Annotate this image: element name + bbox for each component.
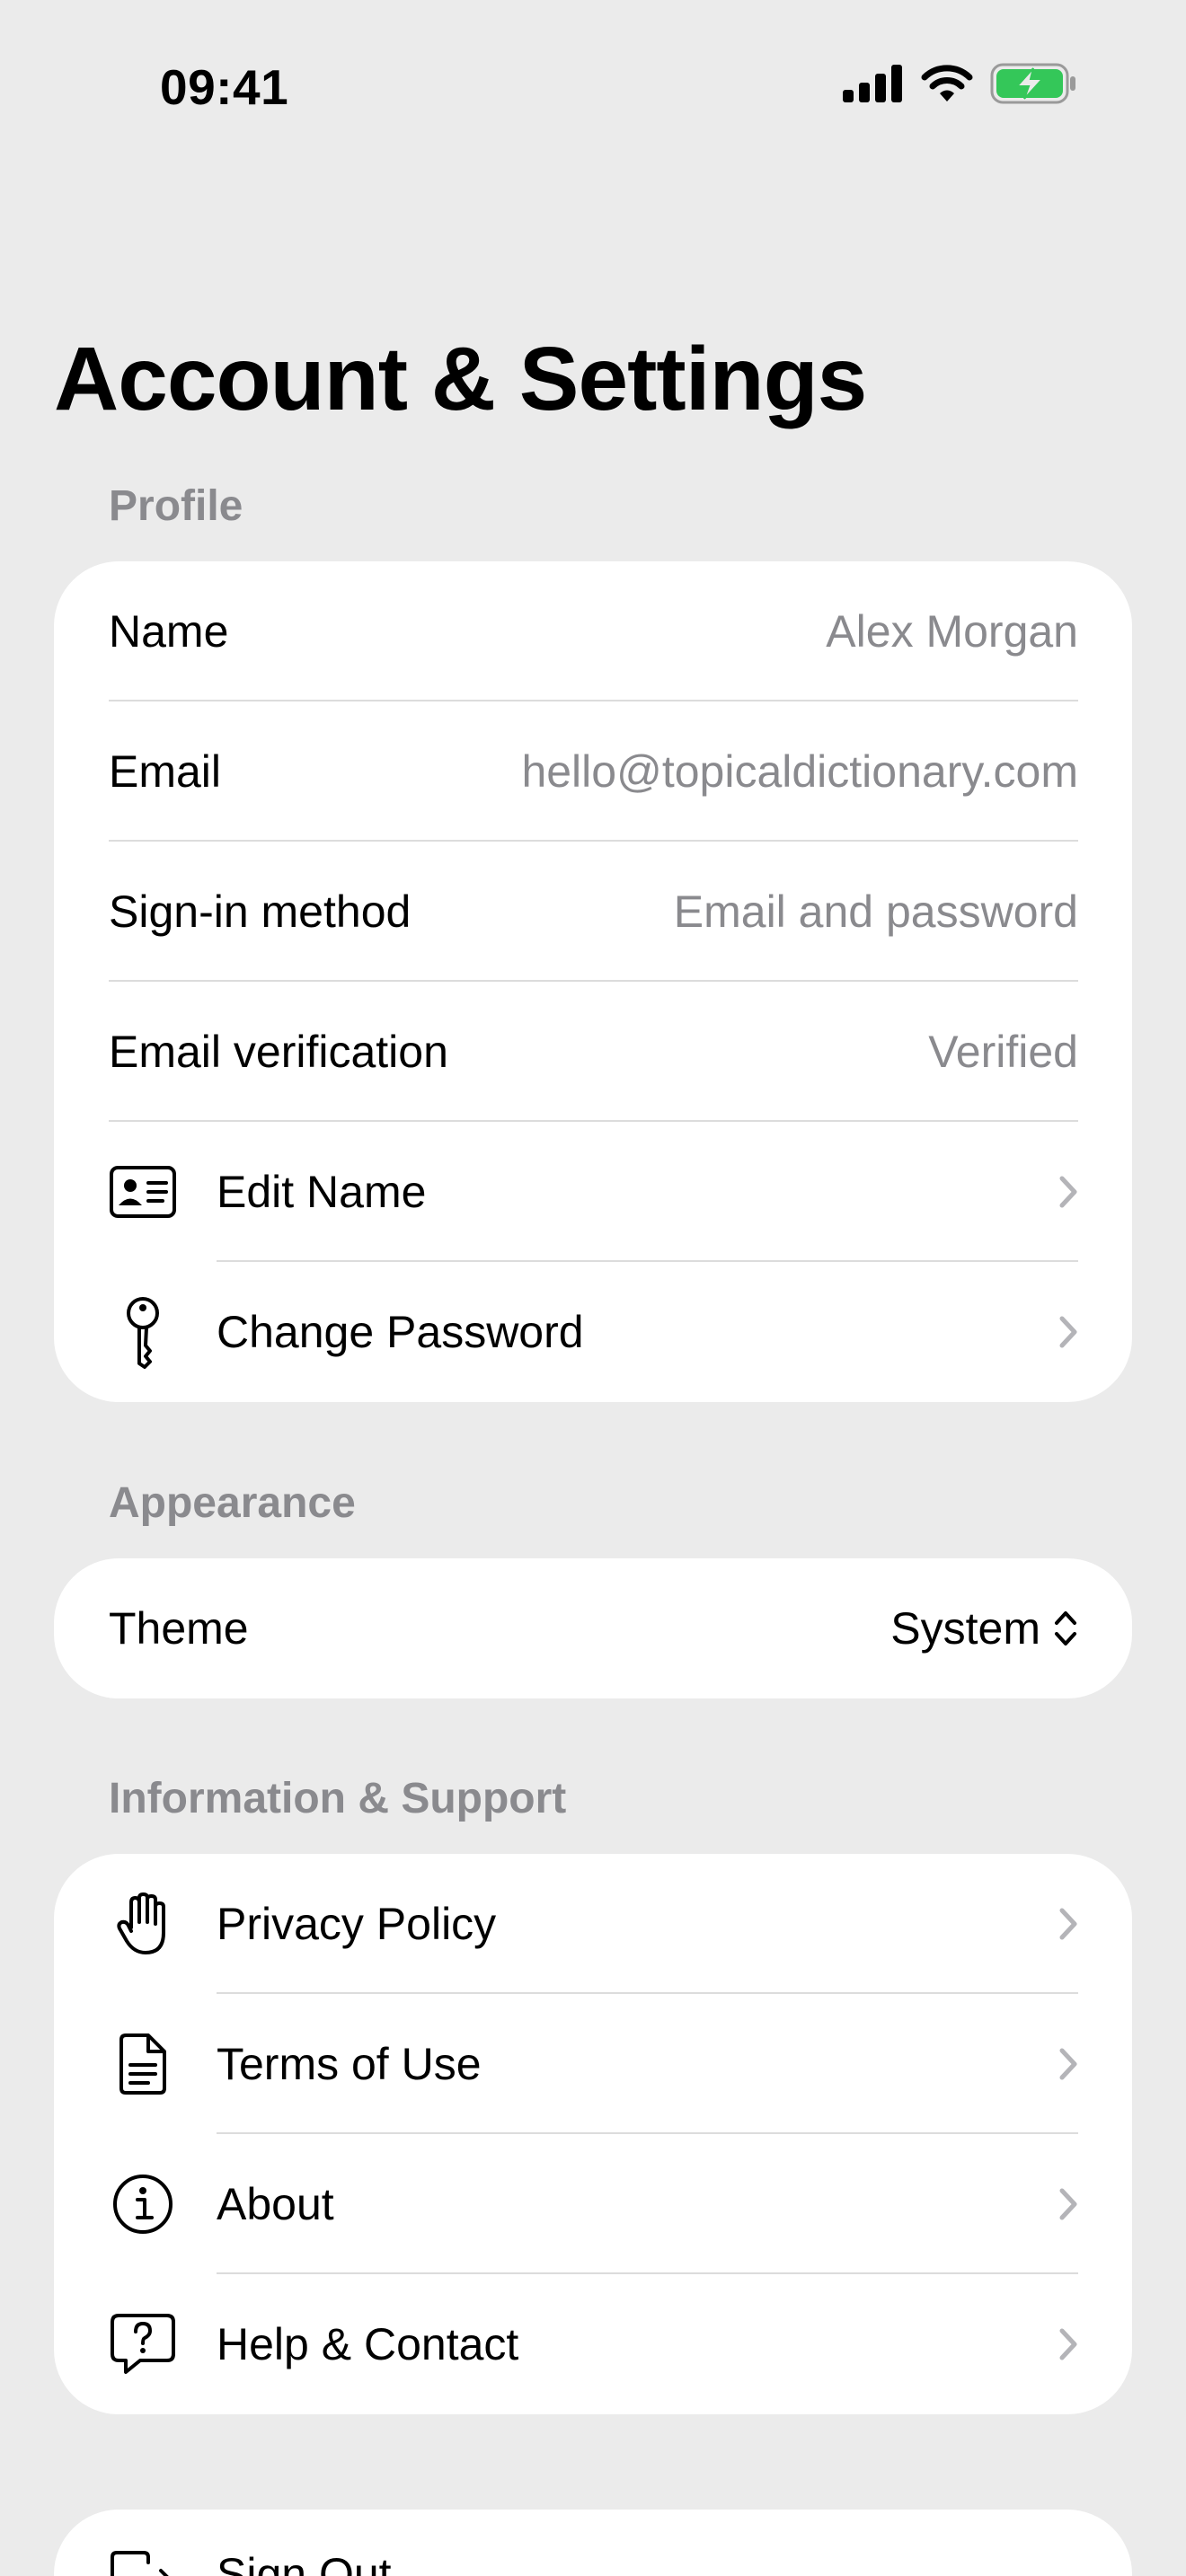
status-icons: [843, 63, 1078, 104]
row-label: Email: [109, 746, 222, 797]
privacy-policy-label: Privacy Policy: [217, 1899, 497, 1949]
section-header-support: Information & Support: [109, 1775, 567, 1822]
row-label: Email verification: [109, 1027, 448, 1077]
support-card: Privacy Policy Terms of Use About Help &…: [54, 1854, 1132, 2414]
document-icon: [109, 2030, 177, 2098]
about-label: About: [217, 2179, 334, 2229]
chevron-right-icon: [1058, 2327, 1078, 2361]
profile-row-name: Name Alex Morgan: [54, 561, 1132, 701]
theme-value: System: [890, 1603, 1040, 1654]
settings-screen: 09:41 Account & Settings Profile Name Al…: [0, 0, 1186, 2576]
page-title: Account & Settings: [54, 329, 867, 429]
change-password-button[interactable]: Change Password: [54, 1262, 1132, 1402]
account-card: Sign Out: [54, 2510, 1132, 2576]
row-value: Alex Morgan: [826, 606, 1078, 657]
row-value: Verified: [928, 1027, 1078, 1077]
profile-row-email: Email hello@topicaldictionary.com: [54, 701, 1132, 842]
terms-of-use-label: Terms of Use: [217, 2039, 482, 2089]
id-card-icon: [109, 1158, 177, 1226]
edit-name-button[interactable]: Edit Name: [54, 1122, 1132, 1262]
change-password-label: Change Password: [217, 1307, 584, 1357]
cellular-signal-icon: [843, 65, 904, 102]
theme-picker[interactable]: System: [890, 1602, 1078, 1654]
profile-card: Name Alex Morgan Email hello@topicaldict…: [54, 561, 1132, 1402]
sign-out-label: Sign Out: [217, 2549, 392, 2576]
section-header-profile: Profile: [109, 482, 243, 530]
profile-row-sign-in-method: Sign-in method Email and password: [54, 842, 1132, 982]
battery-charging-icon: [990, 63, 1078, 104]
wifi-icon: [920, 64, 974, 103]
row-label: Name: [109, 606, 229, 657]
sign-out-button[interactable]: Sign Out: [54, 2510, 1132, 2576]
edit-name-label: Edit Name: [217, 1167, 427, 1217]
help-contact-label: Help & Contact: [217, 2319, 519, 2369]
row-label: Sign-in method: [109, 887, 412, 937]
chevron-right-icon: [1058, 1175, 1078, 1209]
theme-row: Theme System: [54, 1558, 1132, 1698]
chevron-right-icon: [1058, 1907, 1078, 1941]
help-contact-button[interactable]: Help & Contact: [54, 2274, 1132, 2414]
theme-label: Theme: [109, 1603, 249, 1654]
about-button[interactable]: About: [54, 2134, 1132, 2274]
chevron-right-icon: [1058, 2187, 1078, 2221]
row-value: hello@topicaldictionary.com: [521, 746, 1078, 797]
row-value: Email and password: [673, 887, 1078, 937]
sign-out-icon: [109, 2547, 177, 2576]
appearance-card: Theme System: [54, 1558, 1132, 1698]
info-circle-icon: [109, 2170, 177, 2238]
privacy-policy-button[interactable]: Privacy Policy: [54, 1854, 1132, 1994]
key-icon: [109, 1297, 177, 1369]
terms-of-use-button[interactable]: Terms of Use: [54, 1994, 1132, 2134]
question-bubble-icon: [109, 2310, 177, 2378]
hand-raised-icon: [109, 1890, 177, 1958]
profile-row-email-verification: Email verification Verified: [54, 982, 1132, 1122]
status-time: 09:41: [160, 59, 289, 115]
chevron-right-icon: [1058, 2047, 1078, 2081]
chevron-right-icon: [1058, 1315, 1078, 1349]
section-header-appearance: Appearance: [109, 1479, 356, 1527]
chevron-up-down-icon: [1053, 1609, 1078, 1648]
